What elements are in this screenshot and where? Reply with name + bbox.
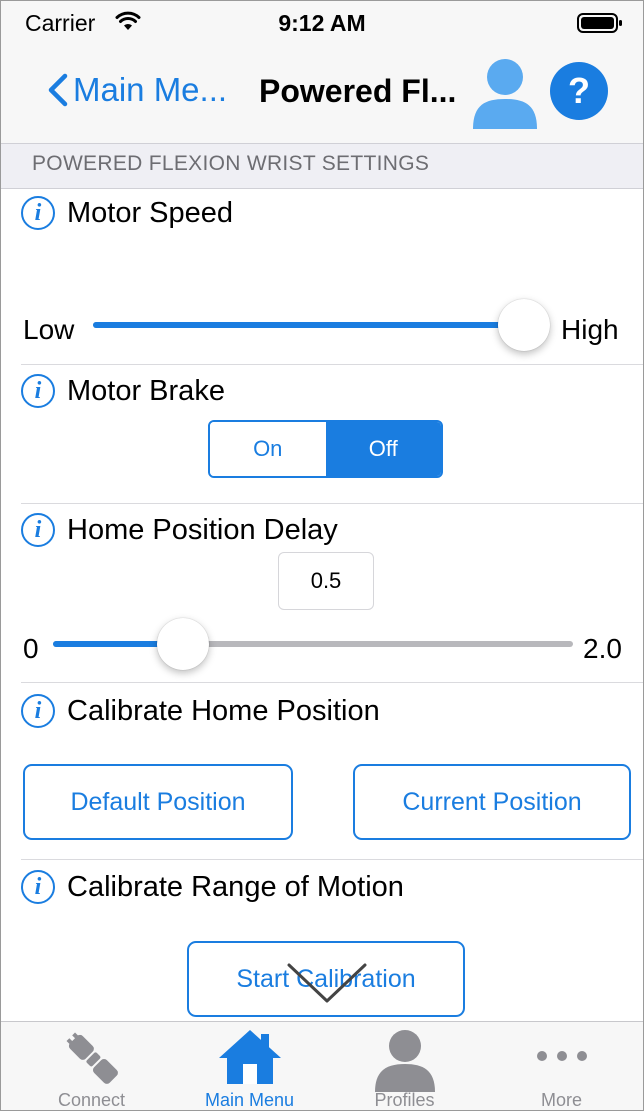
motor-speed-max-label: High — [561, 314, 619, 345]
motor-speed-slider-thumb[interactable] — [498, 299, 550, 351]
default-position-button[interactable]: Default Position — [23, 764, 293, 840]
calibrate-home-label: Calibrate Home Position — [67, 694, 380, 727]
page-title: Powered Fl... — [259, 73, 457, 109]
delay-min-label: 0 — [23, 633, 39, 664]
info-icon[interactable]: i — [21, 513, 55, 547]
chevron-left-icon — [48, 73, 68, 107]
calibrate-range-title: i Calibrate Range of Motion — [21, 870, 404, 904]
motor-speed-label: Motor Speed — [67, 196, 234, 229]
divider — [21, 503, 643, 504]
tab-main-menu-label: Main Menu — [204, 1090, 295, 1110]
start-calibration-button[interactable]: Start Calibration — [187, 941, 465, 1017]
home-position-delay-label: Home Position Delay — [67, 513, 338, 546]
info-icon[interactable]: i — [21, 870, 55, 904]
motor-speed-fill — [93, 322, 525, 328]
back-button-label: Main Me... — [73, 71, 228, 108]
divider — [21, 859, 643, 860]
info-icon[interactable]: i — [21, 374, 55, 408]
calibrate-range-label: Calibrate Range of Motion — [67, 870, 404, 903]
status-bar: Carrier 9:12 AM — [1, 1, 643, 43]
motor-speed-title: i Motor Speed — [21, 196, 233, 230]
current-position-button[interactable]: Current Position — [353, 764, 631, 840]
tab-bar: Connect Main Menu Profiles More — [1, 1021, 643, 1110]
divider — [21, 682, 643, 683]
tab-more[interactable]: More — [481, 1022, 642, 1110]
delay-value-field[interactable]: 0.5 — [278, 552, 374, 610]
home-position-delay-title: i Home Position Delay — [21, 513, 338, 547]
more-icon — [481, 1028, 642, 1068]
tab-more-label: More — [540, 1090, 582, 1110]
person-icon — [324, 1028, 485, 1092]
section-header: POWERED FLEXION WRIST SETTINGS — [1, 143, 643, 189]
tab-profiles[interactable]: Profiles — [324, 1022, 485, 1110]
section-header-label: POWERED FLEXION WRIST SETTINGS — [32, 152, 430, 175]
tab-connect-label: Connect — [57, 1090, 126, 1110]
info-icon[interactable]: i — [21, 196, 55, 230]
motor-brake-label: Motor Brake — [67, 374, 225, 407]
motor-speed-min-label: Low — [23, 314, 75, 345]
segment-off[interactable]: Off — [325, 422, 441, 476]
tab-main-menu[interactable]: Main Menu — [169, 1022, 330, 1110]
navigation-bar: Main Me... Powered Fl... ? — [1, 43, 643, 143]
divider — [21, 364, 643, 365]
connect-icon — [11, 1028, 172, 1088]
back-button[interactable]: Main Me... — [47, 71, 227, 109]
clock: 9:12 AM — [278, 10, 366, 36]
tab-connect[interactable]: Connect — [11, 1022, 172, 1110]
svg-text:?: ? — [568, 70, 590, 111]
help-icon[interactable]: ? — [549, 61, 609, 126]
delay-slider-thumb[interactable] — [157, 618, 209, 670]
info-icon[interactable]: i — [21, 694, 55, 728]
app-screen: Carrier 9:12 AM Main Me... Powered Fl... — [0, 0, 644, 1111]
segment-on[interactable]: On — [210, 422, 326, 476]
motor-brake-segmented-control[interactable]: On Off — [208, 420, 443, 478]
profile-person-icon[interactable] — [471, 55, 539, 136]
delay-max-label: 2.0 — [583, 633, 622, 664]
calibrate-home-title: i Calibrate Home Position — [21, 694, 380, 728]
tab-profiles-label: Profiles — [374, 1090, 435, 1110]
battery-icon — [577, 13, 623, 38]
motor-brake-title: i Motor Brake — [21, 374, 225, 408]
home-icon — [169, 1028, 330, 1086]
